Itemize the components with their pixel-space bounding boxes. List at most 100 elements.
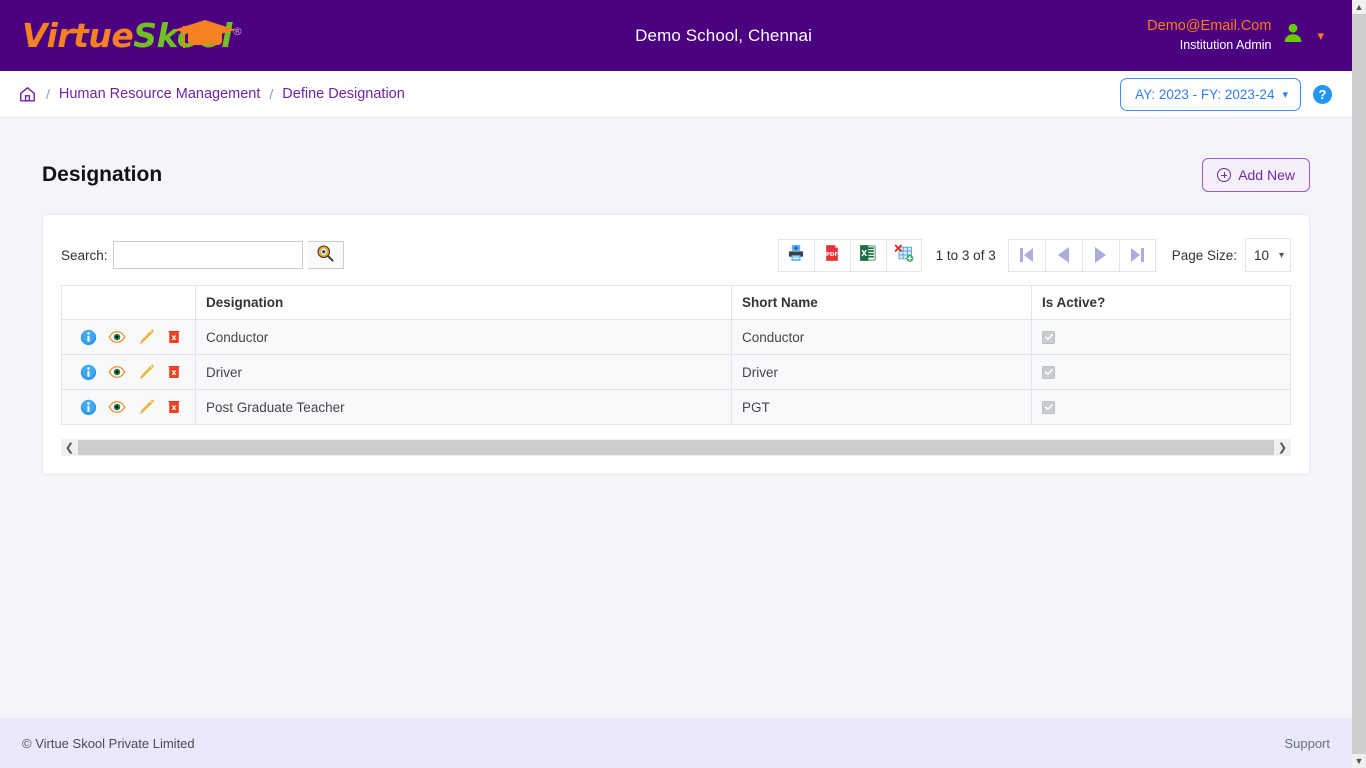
cell-designation: Conductor [195, 319, 732, 355]
info-circle-icon[interactable] [80, 399, 97, 416]
is-active-checkbox [1042, 400, 1055, 414]
next-page-icon [1095, 247, 1107, 263]
previous-page-button[interactable] [1044, 238, 1082, 272]
breadcrumb-item-define-designation[interactable]: Define Designation [282, 86, 405, 102]
pencil-icon[interactable] [137, 363, 155, 381]
page-size-value: 10 [1254, 247, 1270, 263]
last-page-button[interactable] [1118, 238, 1156, 272]
breadcrumb-item-hrm[interactable]: Human Resource Management [59, 86, 261, 102]
xml-export-icon [894, 243, 914, 268]
delete-red-icon[interactable]: x [166, 399, 182, 415]
toolbar-right: PDF X 1 to 3 of 3 Page Size: 10 ▾ [777, 238, 1291, 272]
search-label: Search: [61, 247, 108, 263]
table-horizontal-scrollbar[interactable]: ❮ ❯ [61, 439, 1291, 456]
chevron-left-icon[interactable]: ❮ [61, 439, 78, 456]
eye-icon[interactable] [108, 363, 126, 381]
page-viewport: VirtueSkool® Demo School, Chennai Demo@E… [0, 0, 1352, 768]
designation-table-wrapper: Designation Short Name Is Active? x Condu… [61, 285, 1291, 456]
delete-red-icon[interactable]: x [166, 364, 182, 380]
logo-text-virtue: Virtue [22, 16, 134, 55]
pdf-icon: PDF [822, 243, 842, 268]
first-page-icon [1020, 248, 1034, 262]
user-role: Institution Admin [1179, 37, 1272, 52]
is-active-checkbox [1042, 365, 1055, 379]
page-footer: © Virtue Skool Private Limited Support [0, 718, 1352, 768]
page-title: Designation [42, 163, 163, 186]
academic-year-selector[interactable]: AY: 2023 - FY: 2023-24 ▾ [1120, 77, 1301, 111]
cell-is-active [1031, 319, 1291, 355]
row-actions: x [72, 363, 185, 381]
logo-registered-mark: ® [231, 25, 243, 38]
table-toolbar: Search: PDF X 1 to 3 of 3 Page Size: 10 … [61, 235, 1291, 275]
table-row: x Conductor Conductor [61, 319, 1291, 355]
row-actions-cell: x [61, 354, 196, 390]
print-button[interactable] [777, 238, 814, 272]
help-icon[interactable]: ? [1313, 84, 1332, 104]
cell-designation: Driver [195, 354, 732, 390]
page-header: Designation Add New [22, 118, 1330, 214]
page-size-select[interactable]: 10 ▾ [1245, 238, 1291, 272]
user-avatar-icon[interactable] [1281, 21, 1305, 50]
browser-scrollbar[interactable]: ▲ ▼ [1352, 0, 1366, 768]
hscroll-thumb[interactable] [78, 440, 1274, 455]
top-header: VirtueSkool® Demo School, Chennai Demo@E… [0, 0, 1352, 71]
plus-circle-icon [1217, 168, 1232, 182]
xml-export-button[interactable] [885, 238, 922, 272]
excel-export-button[interactable]: X [849, 238, 886, 272]
page-info-text: 1 to 3 of 3 [935, 247, 996, 263]
search-group: Search: [61, 241, 344, 269]
page-size-chevron-down-icon: ▾ [1278, 249, 1284, 261]
chevron-right-icon[interactable]: ❯ [1274, 439, 1291, 456]
is-active-checkbox [1042, 330, 1055, 344]
search-input[interactable] [112, 241, 303, 269]
breadcrumb-actions: AY: 2023 - FY: 2023-24 ▾ ? [1120, 77, 1332, 111]
academic-year-value: AY: 2023 - FY: 2023-24 [1135, 86, 1275, 102]
info-circle-icon[interactable] [80, 329, 97, 346]
brand-logo[interactable]: VirtueSkool® [0, 16, 300, 55]
support-link[interactable]: Support [1284, 736, 1330, 751]
cell-short-name: Conductor [731, 319, 1032, 355]
column-header-designation: Designation [195, 285, 732, 320]
search-button[interactable] [307, 241, 344, 269]
page-size-label: Page Size: [1171, 247, 1237, 263]
row-actions: x [72, 328, 185, 346]
svg-text:PDF: PDF [826, 251, 838, 257]
first-page-button[interactable] [1007, 238, 1045, 272]
logo-text: VirtueSkool® [22, 16, 243, 55]
next-page-button[interactable] [1081, 238, 1119, 272]
eye-icon[interactable] [108, 328, 126, 346]
row-actions: x [72, 398, 185, 416]
row-actions-cell: x [61, 319, 196, 355]
scrollbar-chevron-down-icon[interactable]: ▼ [1352, 754, 1366, 768]
application-window: VirtueSkool® Demo School, Chennai Demo@E… [0, 0, 1366, 768]
printer-icon [786, 243, 806, 268]
column-header-short-name: Short Name [731, 285, 1032, 320]
excel-icon: X [858, 243, 878, 268]
column-header-is-active: Is Active? [1031, 285, 1291, 320]
cell-short-name: PGT [731, 389, 1032, 425]
pencil-icon[interactable] [137, 328, 155, 346]
info-circle-icon[interactable] [80, 364, 97, 381]
magnifier-icon [316, 244, 334, 267]
pdf-export-button[interactable]: PDF [813, 238, 850, 272]
cell-is-active [1031, 354, 1291, 390]
hscroll-track[interactable] [78, 439, 1274, 456]
delete-red-icon[interactable]: x [166, 329, 182, 345]
eye-icon[interactable] [108, 398, 126, 416]
last-page-icon [1130, 248, 1144, 262]
designation-table: Designation Short Name Is Active? x Condu… [61, 285, 1291, 425]
scrollbar-chevron-up-icon[interactable]: ▲ [1352, 0, 1366, 14]
breadcrumb-separator-2: / [269, 86, 274, 102]
add-new-button[interactable]: Add New [1202, 158, 1310, 192]
scrollbar-track[interactable] [1352, 14, 1366, 754]
svg-text:x: x [172, 368, 177, 377]
home-icon[interactable] [18, 85, 37, 104]
pencil-icon[interactable] [137, 398, 155, 416]
table-row: x Driver Driver [61, 354, 1291, 390]
user-chevron-down-icon[interactable]: ▾ [1317, 28, 1324, 44]
column-header-actions [61, 285, 196, 320]
main-content: Designation Add New Search: PDF X 1 to 3… [0, 118, 1352, 718]
user-menu[interactable]: Demo@Email.Com Institution Admin ▾ [1147, 17, 1352, 53]
previous-page-icon [1058, 247, 1070, 263]
export-buttons: PDF X [777, 238, 922, 272]
